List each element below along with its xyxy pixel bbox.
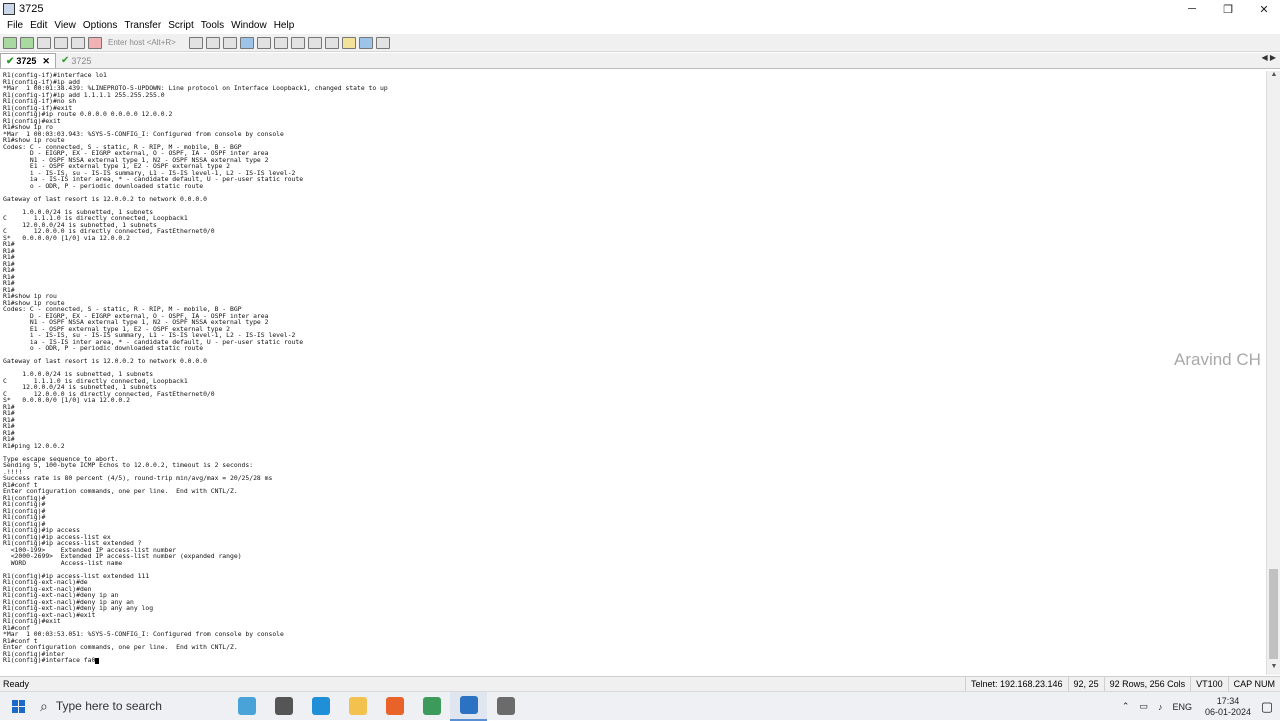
app-icon — [3, 3, 15, 15]
clock-date: 06-01-2024 — [1204, 706, 1252, 717]
host-input[interactable]: Enter host <Alt+R> — [108, 37, 186, 49]
close-icon[interactable]: ✕ — [1248, 0, 1280, 18]
terminal-scrollbar[interactable]: ▲ ▼ — [1266, 71, 1280, 675]
session-tabs: ✔ 3725 ✕ ✔ 3725 ◀ ▶ — [0, 53, 1280, 69]
clock[interactable]: 17:34 06-01-2024 — [1202, 696, 1254, 718]
connected-check-icon: ✔ — [60, 55, 70, 66]
taskbar: ⌕ Type here to search ⌃ ▭ ♪ ENG 17:34 06… — [0, 691, 1280, 721]
tab-3725-active[interactable]: ✔ 3725 ✕ — [0, 53, 56, 68]
title-bar: 3725 ─ ❐ ✕ — [0, 0, 1280, 18]
menu-window[interactable]: Window — [231, 20, 267, 31]
terminal-cursor — [95, 657, 100, 664]
window-title: 3725 — [19, 3, 44, 15]
status-dimensions: 92 Rows, 256 Cols — [1103, 677, 1191, 692]
tab-label: 3725 — [16, 56, 37, 66]
find-icon[interactable] — [240, 36, 254, 49]
toolbar: Enter host <Alt+R> — [0, 34, 1280, 52]
securecrt-icon[interactable] — [450, 691, 487, 721]
menu-bar: File Edit View Options Transfer Script T… — [0, 18, 1280, 33]
volume-icon[interactable]: ♪ — [1158, 702, 1163, 712]
watermark: Aravind CH — [1174, 350, 1261, 369]
taskbar-search[interactable]: ⌕ Type here to search — [36, 692, 196, 721]
tab-close-icon[interactable]: ✕ — [42, 56, 50, 67]
menu-options[interactable]: Options — [83, 20, 117, 31]
help-icon[interactable] — [359, 36, 373, 49]
connect-icon[interactable] — [3, 36, 17, 49]
connected-check-icon: ✔ — [6, 55, 15, 67]
tab-3725-inactive[interactable]: ✔ 3725 — [56, 53, 96, 68]
window-controls: ─ ❐ ✕ — [1172, 0, 1280, 18]
network-icon[interactable]: ▭ — [1139, 701, 1148, 712]
disconnect-icon[interactable] — [88, 36, 102, 49]
chart-app-icon[interactable] — [413, 692, 450, 721]
print-selection-icon[interactable] — [274, 36, 288, 49]
start-button[interactable] — [0, 692, 36, 721]
sftp-icon[interactable] — [376, 36, 390, 49]
scroll-thumb[interactable] — [1269, 569, 1278, 659]
global-options-icon[interactable] — [325, 36, 339, 49]
widgets-icon[interactable] — [228, 692, 265, 721]
gns3-icon[interactable] — [487, 692, 524, 721]
menu-file[interactable]: File — [7, 20, 23, 31]
scroll-up-icon[interactable]: ▲ — [1267, 71, 1280, 83]
system-tray: ⌃ ▭ ♪ ENG 17:34 06-01-2024 ▢ — [1112, 692, 1280, 721]
status-bar: Ready Telnet: 192.168.23.146 92, 25 92 R… — [0, 676, 1280, 692]
windows-logo-icon — [11, 699, 25, 713]
reconnect-icon[interactable] — [54, 36, 68, 49]
firefox-icon[interactable] — [376, 692, 413, 721]
print-icon[interactable] — [257, 36, 271, 49]
print-screen-icon[interactable] — [291, 36, 305, 49]
session-options-icon[interactable] — [308, 36, 322, 49]
status-emulation: VT100 — [1190, 677, 1228, 692]
edge-icon[interactable] — [302, 692, 339, 721]
tab-label: 3725 — [71, 55, 92, 66]
maximize-icon[interactable]: ❐ — [1212, 0, 1244, 18]
menu-transfer[interactable]: Transfer — [124, 20, 161, 31]
menu-view[interactable]: View — [54, 20, 76, 31]
tray-overflow-icon[interactable]: ⌃ — [1122, 701, 1130, 712]
search-placeholder: Type here to search — [55, 699, 162, 713]
file-explorer-icon[interactable] — [339, 692, 376, 721]
connect-tab-icon[interactable] — [37, 36, 51, 49]
terminal-output[interactable]: R1(config-if)#interface lo1 R1(config-if… — [0, 71, 1266, 675]
copy-icon[interactable] — [189, 36, 203, 49]
keymap-icon[interactable] — [342, 36, 356, 49]
paste-icon[interactable] — [206, 36, 220, 49]
notification-icon[interactable]: ▢ — [1254, 692, 1280, 721]
pinned-apps — [228, 691, 524, 721]
minimize-icon[interactable]: ─ — [1176, 0, 1208, 18]
menu-script[interactable]: Script — [168, 20, 194, 31]
terminal-text: R1(config-if)#interface lo1 R1(config-if… — [3, 71, 388, 664]
language-indicator[interactable]: ENG — [1172, 702, 1192, 712]
reconnect-all-icon[interactable] — [71, 36, 85, 49]
status-caps-num: CAP NUM — [1227, 677, 1280, 692]
menu-tools[interactable]: Tools — [201, 20, 224, 31]
quick-connect-icon[interactable] — [20, 36, 34, 49]
clock-time: 17:34 — [1216, 695, 1240, 706]
task-view-icon[interactable] — [265, 692, 302, 721]
copy-paste-icon[interactable] — [223, 36, 237, 49]
status-cursor-pos: 92, 25 — [1067, 677, 1104, 692]
status-ready: Ready — [3, 679, 30, 689]
status-connection: Telnet: 192.168.23.146 — [964, 677, 1068, 692]
menu-edit[interactable]: Edit — [30, 20, 47, 31]
tab-scroll-arrows[interactable]: ◀ ▶ — [1261, 53, 1276, 62]
menu-help[interactable]: Help — [274, 20, 295, 31]
scroll-down-icon[interactable]: ▼ — [1267, 663, 1280, 675]
search-icon: ⌕ — [40, 697, 48, 714]
